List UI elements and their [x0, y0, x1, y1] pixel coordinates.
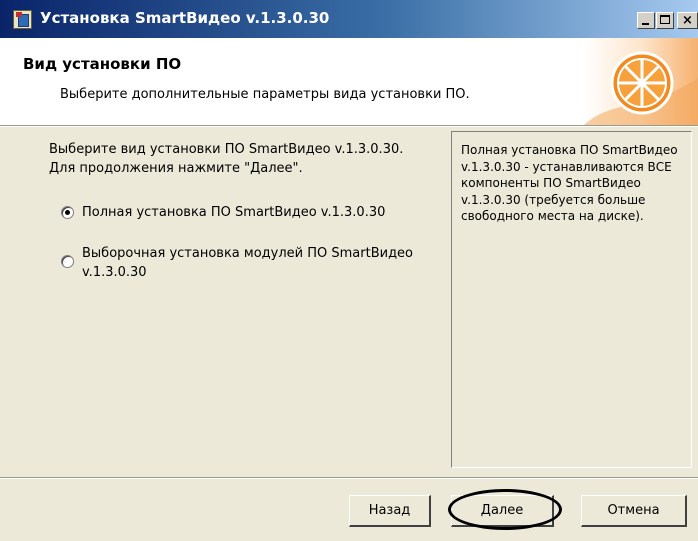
instruction-text: Выберите вид установки ПО SmartВидео v.1… — [49, 140, 403, 178]
custom-install-label[interactable]: Выборочная установка модулей ПО SmartВид… — [82, 244, 413, 282]
close-icon: × — [682, 13, 693, 28]
installer-icon — [13, 10, 32, 29]
header-banner: Вид установки ПО Выберите дополнительные… — [0, 38, 698, 126]
cancel-button[interactable]: Отмена — [581, 495, 687, 527]
full-install-label[interactable]: Полная установка ПО SmartВидео v.1.3.0.3… — [82, 203, 385, 222]
custom-install-label-line: Выборочная установка модулей ПО SmartВид… — [82, 246, 414, 261]
back-button[interactable]: Назад — [349, 495, 431, 527]
instruction-line: Выберите вид установки ПО SmartВидео v.1… — [49, 142, 404, 157]
description-text: Полная установка ПО SmartВидео v.1.3.0.3… — [461, 143, 678, 224]
custom-install-label-line: v.1.3.0.30 — [82, 265, 147, 280]
next-button[interactable]: Далее — [451, 495, 554, 527]
footer-separator — [0, 477, 698, 479]
full-install-radio[interactable] — [61, 206, 74, 219]
instruction-line: Для продолжения нажмите "Далее". — [49, 161, 303, 176]
minimize-button[interactable] — [637, 12, 655, 29]
page-subtitle: Выберите дополнительные параметры вида у… — [60, 87, 470, 102]
page-title: Вид установки ПО — [23, 55, 182, 73]
close-button[interactable]: × — [677, 12, 698, 29]
custom-install-radio[interactable] — [61, 255, 74, 268]
title-bar[interactable]: Установка SmartВидео v.1.3.0.30 × — [0, 0, 698, 38]
description-panel: Полная установка ПО SmartВидео v.1.3.0.3… — [451, 131, 692, 468]
separator — [0, 126, 698, 127]
orange-slice-logo — [584, 38, 698, 125]
minimize-icon — [642, 23, 649, 25]
window-title: Установка SmartВидео v.1.3.0.30 — [40, 9, 330, 27]
maximize-button[interactable] — [656, 12, 674, 29]
maximize-icon — [660, 15, 670, 24]
